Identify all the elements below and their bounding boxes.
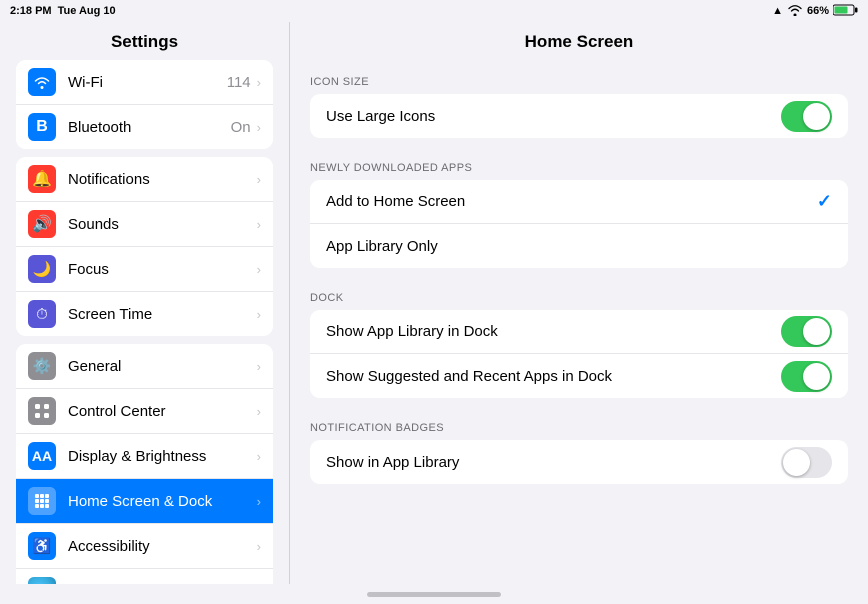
chevron-icon: ›: [257, 359, 261, 374]
chevron-icon: ›: [257, 75, 261, 90]
controlcenter-icon: [28, 397, 56, 425]
content-title: Home Screen: [290, 22, 868, 60]
sidebar-item-homescreen[interactable]: Home Screen & Dock ›: [16, 479, 273, 524]
bluetooth-label: Bluetooth: [68, 119, 231, 136]
show-suggested-dock-toggle[interactable]: [781, 361, 832, 392]
battery-percentage: 66%: [807, 5, 829, 17]
chevron-icon: ›: [257, 120, 261, 135]
row-show-in-app-library[interactable]: Show in App Library: [310, 440, 848, 484]
focus-label: Focus: [68, 261, 257, 278]
screentime-icon: ⏱: [28, 300, 56, 328]
wifi-icon: [28, 68, 56, 96]
sidebar-group-network: Wi-Fi 114 › B Bluetooth On ›: [16, 60, 273, 149]
row-add-to-home[interactable]: Add to Home Screen ✓: [310, 180, 848, 224]
signal-icon: ▲: [772, 5, 783, 17]
toggle-thumb: [803, 103, 830, 130]
section-header-dock: DOCK: [290, 276, 868, 310]
general-label: General: [68, 358, 257, 375]
add-to-home-label: Add to Home Screen: [326, 193, 817, 210]
notifications-icon: 🔔: [28, 165, 56, 193]
chevron-icon: ›: [257, 172, 261, 187]
homescreen-label: Home Screen & Dock: [68, 493, 257, 510]
wallpaper-icon: ✿: [28, 577, 56, 584]
sidebar-item-focus[interactable]: 🌙 Focus ›: [16, 247, 273, 292]
settings-group-notification-badges: Show in App Library: [310, 440, 848, 484]
wifi-value: 114: [227, 74, 251, 91]
sounds-label: Sounds: [68, 216, 257, 233]
status-time: 2:18 PM: [10, 5, 52, 17]
bluetooth-value: On: [231, 119, 251, 136]
section-header-notification-badges: NOTIFICATION BADGES: [290, 406, 868, 440]
sidebar-item-sounds[interactable]: 🔊 Sounds ›: [16, 202, 273, 247]
display-icon: AA: [28, 442, 56, 470]
sidebar-group-notifications: 🔔 Notifications › 🔊 Sounds › 🌙 Focus ›: [16, 157, 273, 336]
sidebar-item-controlcenter[interactable]: Control Center ›: [16, 389, 273, 434]
notifications-label: Notifications: [68, 171, 257, 188]
wifi-label: Wi-Fi: [68, 74, 227, 91]
status-bar-left: 2:18 PM Tue Aug 10: [10, 5, 116, 17]
chevron-icon: ›: [257, 539, 261, 554]
accessibility-icon: ♿: [28, 532, 56, 560]
show-in-app-library-toggle[interactable]: [781, 447, 832, 478]
controlcenter-label: Control Center: [68, 403, 257, 420]
content-area: Home Screen ICON SIZE Use Large Icons NE…: [290, 22, 868, 584]
sidebar: Settings Wi-Fi 114 › B Blueto: [0, 22, 290, 584]
general-icon: ⚙️: [28, 352, 56, 380]
wifi-icon: [787, 4, 803, 19]
section-header-newly-downloaded: NEWLY DOWNLOADED APPS: [290, 146, 868, 180]
sidebar-item-notifications[interactable]: 🔔 Notifications ›: [16, 157, 273, 202]
display-label: Display & Brightness: [68, 448, 257, 465]
show-suggested-dock-label: Show Suggested and Recent Apps in Dock: [326, 368, 781, 385]
sidebar-item-display[interactable]: AA Display & Brightness ›: [16, 434, 273, 479]
sidebar-item-wallpaper[interactable]: ✿ Wallpaper ›: [16, 569, 273, 584]
status-bar-right: ▲ 66%: [772, 4, 858, 19]
wallpaper-label: Wallpaper: [68, 583, 257, 585]
main-layout: Settings Wi-Fi 114 › B Blueto: [0, 22, 868, 584]
battery-icon: [833, 4, 858, 19]
chevron-icon: ›: [257, 217, 261, 232]
settings-group-newly-downloaded: Add to Home Screen ✓ App Library Only: [310, 180, 848, 268]
sidebar-title: Settings: [0, 22, 289, 60]
large-icons-toggle[interactable]: [781, 101, 832, 132]
sounds-icon: 🔊: [28, 210, 56, 238]
chevron-icon: ›: [257, 307, 261, 322]
toggle-thumb: [803, 318, 830, 345]
screentime-label: Screen Time: [68, 306, 257, 323]
show-app-library-dock-label: Show App Library in Dock: [326, 323, 781, 340]
settings-group-icon-size: Use Large Icons: [310, 94, 848, 138]
sidebar-item-screentime[interactable]: ⏱ Screen Time ›: [16, 292, 273, 336]
show-in-app-library-label: Show in App Library: [326, 454, 781, 471]
toggle-thumb: [783, 449, 810, 476]
status-bar: 2:18 PM Tue Aug 10 ▲ 66%: [0, 0, 868, 22]
focus-icon: 🌙: [28, 255, 56, 283]
show-app-library-dock-toggle[interactable]: [781, 316, 832, 347]
sidebar-group-system: ⚙️ General › Control Center ›: [16, 344, 273, 584]
home-bar: [367, 592, 501, 597]
row-show-app-library-dock[interactable]: Show App Library in Dock: [310, 310, 848, 354]
chevron-icon: ›: [257, 262, 261, 277]
sidebar-item-bluetooth[interactable]: B Bluetooth On ›: [16, 105, 273, 149]
chevron-icon: ›: [257, 449, 261, 464]
section-header-icon-size: ICON SIZE: [290, 60, 868, 94]
row-large-icons[interactable]: Use Large Icons: [310, 94, 848, 138]
app-library-only-label: App Library Only: [326, 238, 832, 255]
row-app-library-only[interactable]: App Library Only: [310, 224, 848, 268]
chevron-icon: ›: [257, 494, 261, 509]
large-icons-label: Use Large Icons: [326, 108, 781, 125]
chevron-icon: ›: [257, 404, 261, 419]
bluetooth-icon: B: [28, 113, 56, 141]
sidebar-item-general[interactable]: ⚙️ General ›: [16, 344, 273, 389]
home-indicator: [0, 584, 868, 604]
sidebar-item-accessibility[interactable]: ♿ Accessibility ›: [16, 524, 273, 569]
homescreen-icon: [28, 487, 56, 515]
row-show-suggested-dock[interactable]: Show Suggested and Recent Apps in Dock: [310, 354, 848, 398]
toggle-thumb: [803, 363, 830, 390]
chevron-icon: ›: [257, 584, 261, 585]
add-to-home-checkmark: ✓: [817, 191, 832, 212]
status-date: Tue Aug 10: [58, 5, 116, 17]
sidebar-item-wifi[interactable]: Wi-Fi 114 ›: [16, 60, 273, 105]
settings-group-dock: Show App Library in Dock Show Suggested …: [310, 310, 848, 398]
accessibility-label: Accessibility: [68, 538, 257, 555]
